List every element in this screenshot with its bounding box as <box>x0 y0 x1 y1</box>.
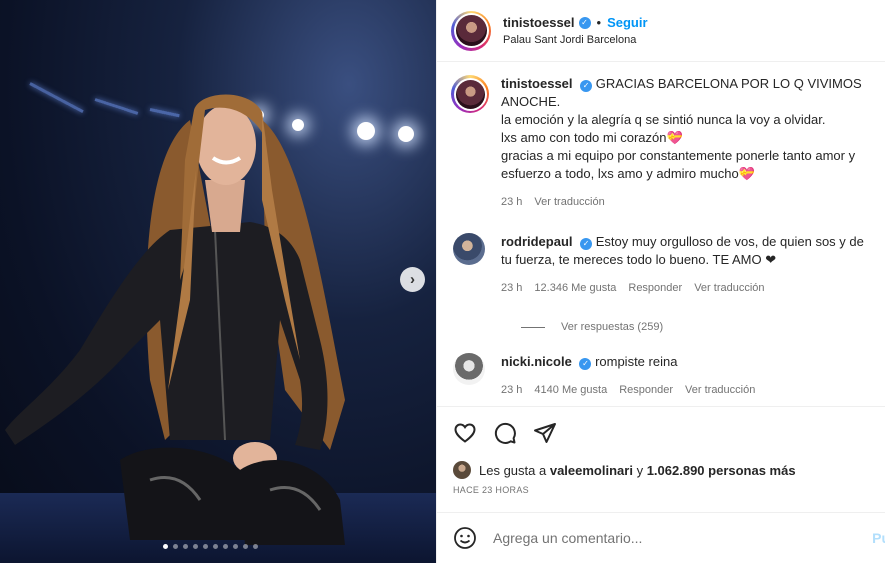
caption: tinistoessel ✓ GRACIAS BARCELONA POR LO … <box>451 75 872 211</box>
carousel-dot <box>163 544 168 549</box>
post-timestamp[interactable]: HACE 23 HORAS <box>453 485 870 495</box>
liker-username[interactable]: valeemolinari <box>550 463 633 478</box>
instagram-post: › tinistoessel ✓ • Seguir Palau Sant Jor… <box>0 0 885 563</box>
post-details-panel: tinistoessel ✓ • Seguir Palau Sant Jordi… <box>436 0 885 563</box>
likes-prefix: Les gusta a <box>479 462 547 478</box>
comment-avatar[interactable] <box>453 233 485 265</box>
carousel-dots <box>163 544 258 549</box>
comment-icon[interactable] <box>493 421 517 445</box>
post-header: tinistoessel ✓ • Seguir Palau Sant Jordi… <box>437 0 885 62</box>
send-icon[interactable] <box>533 421 557 445</box>
caption-text-line3: lxs amo con todo mi corazón💝 <box>501 130 683 145</box>
likes-connector: y <box>636 462 644 478</box>
verified-badge-icon: ✓ <box>578 16 591 29</box>
caption-avatar-image <box>455 79 485 109</box>
caption-text-line2: la emoción y la alegría q se sintió nunc… <box>501 112 826 127</box>
post-actions: Les gusta a valeemolinari y 1.062.890 pe… <box>437 406 885 495</box>
comment-likes[interactable]: 4140 Me gusta <box>534 381 607 399</box>
verified-badge-icon: ✓ <box>579 358 592 370</box>
post-location[interactable]: Palau Sant Jordi Barcelona <box>503 34 648 46</box>
reply-button[interactable]: Responder <box>619 381 673 399</box>
carousel-dot <box>243 544 248 549</box>
comment-likes[interactable]: 12.346 Me gusta <box>534 279 616 297</box>
carousel-dot <box>173 544 178 549</box>
comment-time[interactable]: 23 h <box>501 381 522 399</box>
carousel-dot <box>193 544 198 549</box>
publish-button[interactable]: Pu <box>872 530 885 546</box>
caption-translate-link[interactable]: Ver traducción <box>534 193 604 211</box>
next-photo-button[interactable]: › <box>400 267 425 292</box>
comments-section[interactable]: tinistoessel ✓ GRACIAS BARCELONA POR LO … <box>437 63 885 406</box>
replies-divider <box>521 326 545 328</box>
author-avatar[interactable] <box>451 10 491 51</box>
comment-time[interactable]: 23 h <box>501 279 522 297</box>
follow-button[interactable]: Seguir <box>607 15 647 30</box>
reply-button[interactable]: Responder <box>628 279 682 297</box>
caption-text-line4: gracias a mi equipo por constantemente p… <box>501 148 856 181</box>
chevron-right-icon: › <box>410 271 415 288</box>
caption-avatar[interactable] <box>451 75 489 113</box>
verified-badge-icon: ✓ <box>580 80 593 92</box>
author-avatar-image <box>455 15 487 46</box>
performer-figure <box>5 94 345 545</box>
carousel-dot <box>233 544 238 549</box>
comment-username[interactable]: nicki.nicole <box>501 354 572 369</box>
liker-avatar[interactable] <box>453 461 471 479</box>
comment-text: rompiste reina <box>595 354 678 369</box>
comment-input[interactable] <box>493 530 853 546</box>
separator: • <box>596 15 602 30</box>
comment-translate-link[interactable]: Ver traducción <box>685 381 755 399</box>
likes-count[interactable]: 1.062.890 personas más <box>647 463 796 478</box>
view-replies-label: Ver respuestas (259) <box>561 321 664 333</box>
caption-username[interactable]: tinistoessel <box>501 76 573 91</box>
comment-translate-link[interactable]: Ver traducción <box>694 279 764 297</box>
carousel-dot <box>253 544 258 549</box>
add-comment-bar: Pu <box>437 512 885 563</box>
carousel-dot <box>183 544 188 549</box>
comment-avatar[interactable] <box>453 353 485 385</box>
view-replies-button[interactable]: Ver respuestas (259) <box>521 321 872 333</box>
smiley-icon[interactable] <box>453 526 477 550</box>
verified-badge-icon: ✓ <box>580 238 593 250</box>
comment-username[interactable]: rodridepaul <box>501 234 573 249</box>
caption-time[interactable]: 23 h <box>501 193 522 211</box>
author-username[interactable]: tinistoessel <box>503 15 575 30</box>
carousel-dot <box>213 544 218 549</box>
likes-summary[interactable]: Les gusta a valeemolinari y 1.062.890 pe… <box>453 461 870 479</box>
carousel-dot <box>223 544 228 549</box>
carousel-dot <box>203 544 208 549</box>
post-photo[interactable]: › <box>0 0 436 563</box>
comment-item: nicki.nicole ✓ rompiste reina 23 h 4140 … <box>453 353 872 399</box>
heart-icon[interactable] <box>453 421 477 445</box>
comment-item: rodridepaul ✓ Estoy muy orgulloso de vos… <box>453 233 872 297</box>
